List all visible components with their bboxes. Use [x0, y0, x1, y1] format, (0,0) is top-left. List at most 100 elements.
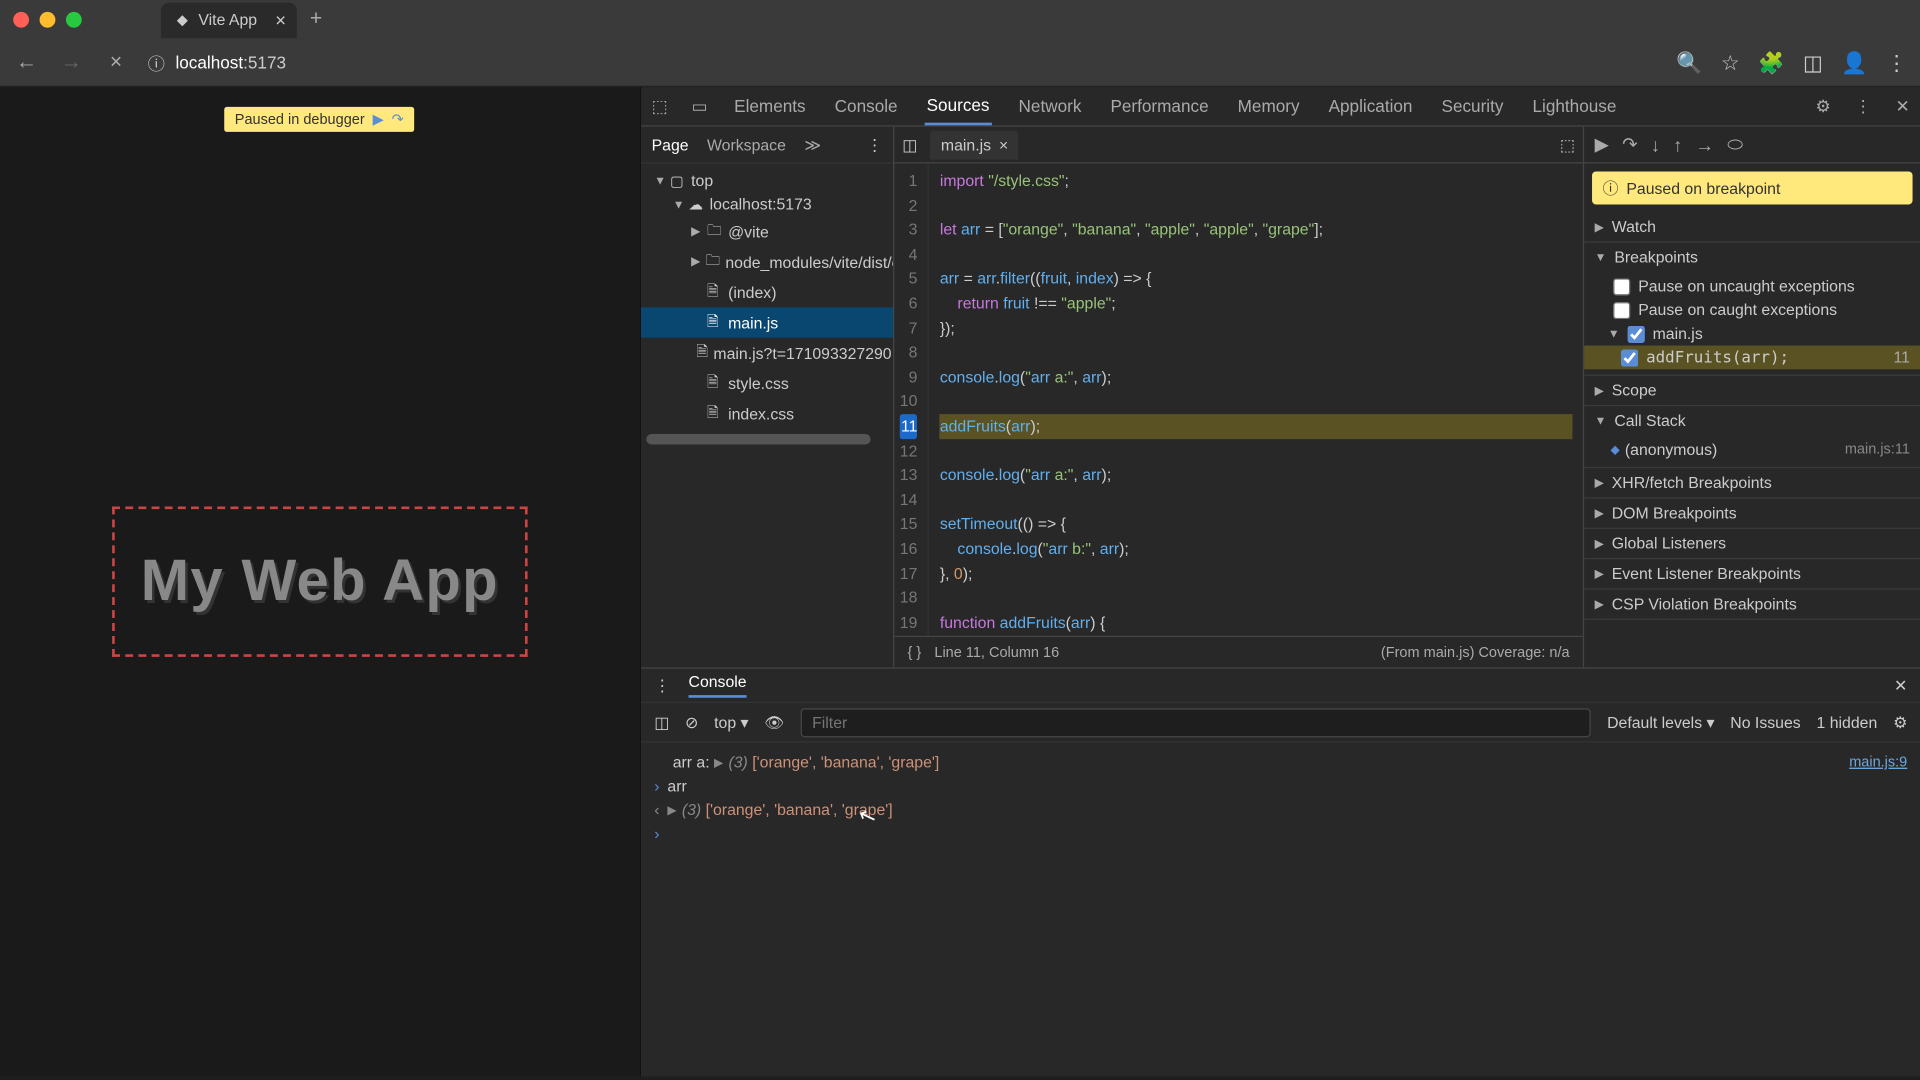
- issues-link[interactable]: No Issues: [1730, 713, 1800, 731]
- step-icon[interactable]: ↷: [392, 111, 404, 128]
- live-expression-icon[interactable]: 👁: [764, 713, 784, 731]
- menu-icon[interactable]: ⋮: [1886, 49, 1907, 75]
- expand-icon[interactable]: ▶: [667, 803, 676, 818]
- tab-close-icon[interactable]: ×: [275, 9, 286, 30]
- stack-frame[interactable]: (anonymous)main.js:11: [1584, 438, 1920, 462]
- bp-item[interactable]: addFruits(arr);11: [1584, 346, 1920, 370]
- nav-more-icon[interactable]: ⋮: [867, 135, 883, 153]
- tab-lighthouse[interactable]: Lighthouse: [1530, 88, 1619, 124]
- step-over-button[interactable]: ↷: [1622, 133, 1637, 155]
- console-output[interactable]: arr a: ▶ (3) ['orange', 'banana', 'grape…: [641, 743, 1920, 1077]
- close-file-icon[interactable]: ×: [999, 135, 1008, 153]
- tree-mainjs-ts[interactable]: 🗎main.js?t=171093327290: [641, 338, 893, 368]
- device-icon[interactable]: ▭: [692, 96, 708, 117]
- more-icon[interactable]: ⋮: [1855, 96, 1872, 117]
- tree-nodemod[interactable]: ▶🗀node_modules/vite/dist/c: [641, 247, 893, 277]
- resume-icon[interactable]: ▶: [373, 111, 384, 128]
- navigator-hscroll[interactable]: [641, 434, 893, 445]
- code-editor[interactable]: 1234567891011121314151617181920212223242…: [894, 164, 1583, 636]
- tab-favicon: ⬥: [177, 10, 188, 30]
- bookmark-icon[interactable]: ☆: [1721, 49, 1740, 75]
- tree-vite[interactable]: ▶🗀@vite: [641, 216, 893, 246]
- minimize-window-button[interactable]: [40, 12, 56, 28]
- tree-mainjs[interactable]: 🗎main.js: [641, 307, 893, 337]
- maximize-window-button[interactable]: [66, 12, 82, 28]
- output-prompt-icon: ‹: [654, 801, 659, 819]
- page-viewport: Paused in debugger ▶ ↷ My Web App: [0, 87, 640, 1076]
- editor-file-tab[interactable]: main.js ×: [930, 130, 1018, 159]
- sidepanel-icon[interactable]: ◫: [1803, 49, 1823, 75]
- section-csp[interactable]: ▶CSP Violation Breakpoints: [1584, 590, 1920, 619]
- step-button[interactable]: →: [1696, 134, 1714, 155]
- close-window-button[interactable]: [13, 12, 29, 28]
- tab-security[interactable]: Security: [1439, 88, 1506, 124]
- nav-tab-page[interactable]: Page: [652, 135, 689, 153]
- pause-caught-checkbox[interactable]: [1613, 301, 1630, 318]
- paused-message: ⓘ Paused on breakpoint: [1592, 171, 1913, 204]
- format-icon[interactable]: ⬚: [1560, 135, 1575, 153]
- drawer-tab-console[interactable]: Console: [689, 673, 747, 698]
- drawer-close-icon[interactable]: ✕: [1894, 676, 1907, 694]
- section-global[interactable]: ▶Global Listeners: [1584, 529, 1920, 558]
- pause-uncaught-checkbox[interactable]: [1613, 278, 1630, 295]
- deactivate-bp-button[interactable]: ⬭: [1727, 133, 1743, 155]
- bp-file-row[interactable]: ▼main.js: [1584, 322, 1920, 346]
- address-bar[interactable]: ⓘ localhost:5173: [148, 50, 1658, 75]
- section-xhr[interactable]: ▶XHR/fetch Breakpoints: [1584, 468, 1920, 497]
- back-button[interactable]: ←: [13, 51, 39, 75]
- section-breakpoints[interactable]: ▼Breakpoints: [1584, 243, 1920, 272]
- extensions-icon[interactable]: 🧩: [1758, 49, 1784, 75]
- tab-application[interactable]: Application: [1326, 88, 1415, 124]
- tree-stylecss[interactable]: 🗎style.css: [641, 368, 893, 398]
- console-sidebar-icon[interactable]: ◫: [654, 713, 669, 731]
- debugger-pane: ▶ ↷ ↓ ↑ → ⬭ ⓘ Paused on breakpoint ▶Watc…: [1583, 127, 1920, 668]
- editor-statusbar: { } Line 11, Column 16 (From main.js) Co…: [894, 636, 1583, 668]
- expand-icon[interactable]: ▶: [714, 755, 723, 770]
- log-source-link[interactable]: main.js:9: [1849, 754, 1907, 770]
- nav-tab-more[interactable]: ≫: [804, 135, 821, 153]
- log-levels[interactable]: Default levels ▾: [1607, 713, 1714, 731]
- hidden-count: 1 hidden: [1817, 713, 1878, 731]
- tree-indexcss[interactable]: 🗎index.css: [641, 398, 893, 428]
- browser-tab[interactable]: ⬥ Vite App ×: [161, 2, 297, 38]
- tab-console[interactable]: Console: [832, 88, 900, 124]
- section-callstack[interactable]: ▼Call Stack: [1584, 406, 1920, 435]
- nav-tab-workspace[interactable]: Workspace: [707, 135, 786, 153]
- devtools-tabs: ⬚ ▭ Elements Console Sources Network Per…: [641, 87, 1920, 127]
- tab-network[interactable]: Network: [1016, 88, 1084, 124]
- clear-console-icon[interactable]: ⊘: [685, 713, 698, 731]
- tab-memory[interactable]: Memory: [1235, 88, 1302, 124]
- site-info-icon[interactable]: ⓘ: [148, 50, 165, 75]
- close-devtools-icon[interactable]: ✕: [1896, 96, 1910, 117]
- step-into-button[interactable]: ↓: [1651, 134, 1660, 155]
- toggle-navigator-icon[interactable]: ◫: [902, 135, 917, 153]
- log-row: arr a: ▶ (3) ['orange', 'banana', 'grape…: [654, 751, 1907, 775]
- console-settings-icon[interactable]: ⚙: [1893, 713, 1907, 731]
- section-watch[interactable]: ▶Watch: [1584, 212, 1920, 241]
- tab-performance[interactable]: Performance: [1108, 88, 1211, 124]
- section-scope[interactable]: ▶Scope: [1584, 376, 1920, 405]
- settings-icon[interactable]: ⚙: [1816, 96, 1831, 117]
- forward-button[interactable]: →: [58, 51, 84, 75]
- tree-host[interactable]: ▼☁localhost:5173: [641, 193, 893, 217]
- zoom-icon[interactable]: 🔍: [1676, 49, 1702, 75]
- console-filter-input[interactable]: [800, 708, 1591, 737]
- section-event[interactable]: ▶Event Listener Breakpoints: [1584, 559, 1920, 588]
- section-dom[interactable]: ▶DOM Breakpoints: [1584, 499, 1920, 528]
- pretty-print-icon[interactable]: { }: [907, 644, 921, 660]
- inspect-icon[interactable]: ⬚: [652, 96, 668, 117]
- tab-sources[interactable]: Sources: [924, 87, 992, 125]
- tree-index[interactable]: 🗎(index): [641, 277, 893, 307]
- drawer-menu-icon[interactable]: ⋮: [654, 676, 670, 694]
- console-prompt-row: ›: [654, 822, 1907, 846]
- reload-button[interactable]: ×: [103, 51, 129, 75]
- tree-top[interactable]: ▼▢top: [641, 169, 893, 193]
- resume-button[interactable]: ▶: [1595, 133, 1609, 155]
- bp-item-checkbox[interactable]: [1621, 349, 1638, 366]
- profile-icon[interactable]: 👤: [1841, 49, 1867, 75]
- new-tab-button[interactable]: +: [310, 8, 322, 32]
- step-out-button[interactable]: ↑: [1673, 134, 1682, 155]
- console-context[interactable]: top ▾: [714, 713, 748, 731]
- tab-elements[interactable]: Elements: [732, 88, 809, 124]
- bp-file-checkbox[interactable]: [1628, 325, 1645, 342]
